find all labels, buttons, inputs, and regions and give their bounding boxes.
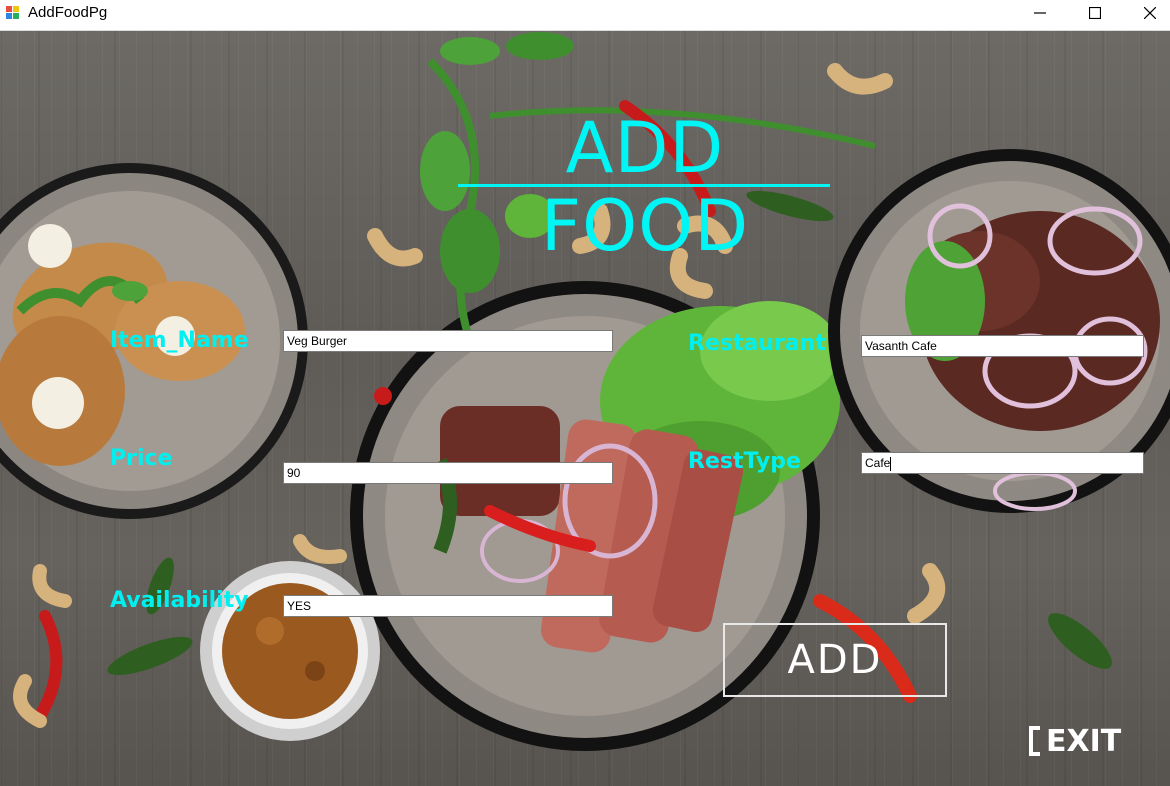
maximize-icon — [1089, 7, 1101, 19]
close-button[interactable] — [1125, 0, 1170, 26]
add-food-window: AddFoodPg ADD FOOD Item_Name Veg Burger … — [0, 0, 1170, 786]
page-title: ADD FOOD — [540, 107, 750, 267]
rest-type-value: Cafe — [865, 456, 891, 470]
exit-label: EXIT — [1046, 723, 1122, 759]
maximize-button[interactable] — [1070, 0, 1120, 26]
window-title: AddFoodPg — [28, 4, 108, 21]
restaurant-input[interactable]: Vasanth Cafe — [861, 335, 1144, 357]
price-input[interactable]: 90 — [283, 462, 613, 484]
rest-type-label: RestType — [688, 449, 801, 474]
item-name-input[interactable]: Veg Burger — [283, 330, 613, 352]
exit-door-icon — [1029, 726, 1040, 756]
item-name-label: Item_Name — [110, 328, 249, 353]
add-button[interactable]: ADD — [723, 623, 947, 697]
close-icon — [1144, 7, 1156, 19]
price-label: Price — [110, 446, 173, 471]
restaurant-label: Restaurant — [688, 331, 826, 356]
text-caret — [890, 456, 892, 471]
title-underline — [458, 184, 830, 187]
minimize-button[interactable] — [1015, 0, 1065, 26]
availability-label: Availability — [110, 588, 249, 613]
availability-input[interactable]: YES — [283, 595, 613, 617]
form-client-area: ADD FOOD Item_Name Veg Burger Price 90 A… — [0, 31, 1170, 786]
exit-button[interactable]: EXIT — [1028, 722, 1121, 760]
rest-type-input[interactable]: Cafe — [861, 452, 1144, 474]
title-bar: AddFoodPg — [0, 0, 1170, 31]
app-icon — [6, 6, 19, 19]
minimize-icon — [1034, 12, 1046, 14]
